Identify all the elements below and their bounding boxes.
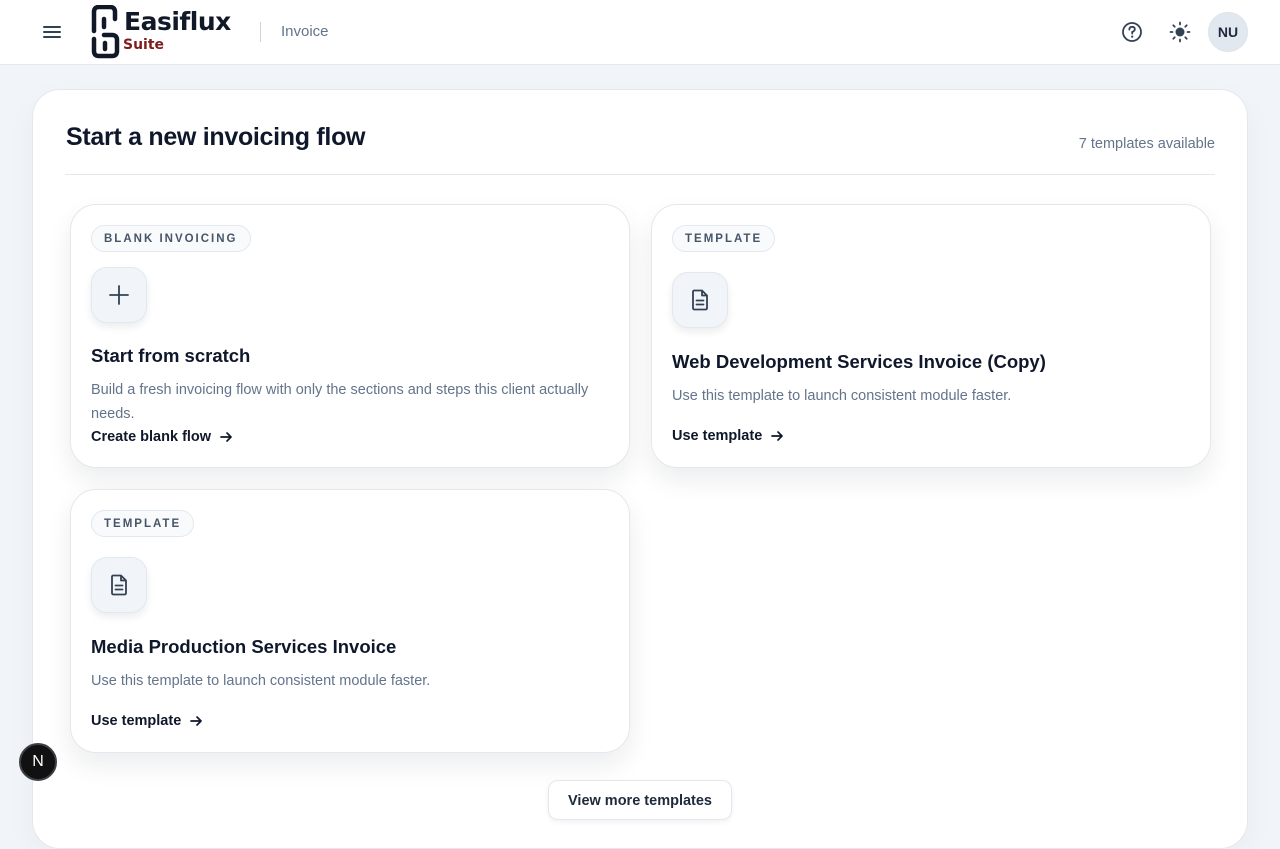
section-divider bbox=[65, 174, 1215, 175]
use-template-link[interactable]: Use template bbox=[672, 428, 784, 444]
card-action-label: Use template bbox=[672, 428, 763, 444]
theme-toggle-button[interactable] bbox=[1166, 18, 1194, 46]
card-description: Build a fresh invoicing flow with only t… bbox=[91, 382, 589, 422]
card-description: Use this template to launch consistent m… bbox=[672, 388, 1012, 404]
arrow-right-icon bbox=[220, 432, 232, 442]
template-card[interactable]: TEMPLATE Media Production Services Invoi… bbox=[70, 489, 630, 753]
card-title: Media Production Services Invoice bbox=[91, 636, 397, 657]
logo-mark-icon bbox=[91, 5, 120, 59]
menu-button[interactable] bbox=[38, 18, 66, 46]
arrow-right-icon bbox=[190, 716, 203, 726]
brand-name: Easiflux bbox=[124, 7, 231, 36]
plus-icon bbox=[109, 285, 129, 305]
breadcrumb[interactable]: Invoice bbox=[281, 23, 329, 40]
card-icon-tile bbox=[672, 272, 728, 328]
document-icon bbox=[692, 289, 708, 311]
card-badge: TEMPLATE bbox=[672, 225, 776, 252]
user-avatar[interactable]: NU bbox=[1208, 12, 1248, 52]
help-button[interactable] bbox=[1118, 18, 1146, 46]
card-action-label: Create blank flow bbox=[91, 429, 212, 445]
card-badge: TEMPLATE bbox=[91, 510, 195, 537]
card-icon-tile bbox=[91, 557, 147, 613]
card-action-label: Use template bbox=[91, 713, 182, 729]
dev-tools-badge[interactable]: N bbox=[19, 743, 57, 781]
blank-flow-card[interactable]: BLANK INVOICING Start from scratch Build… bbox=[70, 204, 630, 468]
brand-subtitle: Suite bbox=[123, 37, 165, 53]
help-icon bbox=[1122, 22, 1142, 42]
new-flow-panel: Start a new invoicing flow 7 templates a… bbox=[32, 89, 1248, 849]
view-more-templates-button[interactable]: View more templates bbox=[548, 780, 732, 820]
template-card[interactable]: TEMPLATE Web Development Services Invoic… bbox=[651, 204, 1211, 468]
card-description: Use this template to launch consistent m… bbox=[91, 673, 431, 689]
card-title: Start from scratch bbox=[91, 345, 251, 366]
use-template-link[interactable]: Use template bbox=[91, 713, 203, 729]
menu-icon bbox=[43, 26, 61, 38]
header-divider bbox=[260, 22, 261, 42]
card-badge: BLANK INVOICING bbox=[91, 225, 251, 252]
templates-count: 7 templates available bbox=[1078, 136, 1215, 152]
sun-icon bbox=[1169, 21, 1191, 43]
document-icon bbox=[111, 574, 127, 596]
create-blank-flow-link[interactable]: Create blank flow bbox=[91, 429, 233, 445]
page-title: Start a new invoicing flow bbox=[66, 123, 366, 151]
arrow-right-icon bbox=[771, 431, 784, 441]
card-icon-tile bbox=[91, 267, 147, 323]
card-title: Web Development Services Invoice (Copy) bbox=[672, 351, 1046, 372]
top-navbar: Easiflux Suite Invoice NU bbox=[0, 0, 1280, 65]
brand-logo[interactable]: Easiflux Suite bbox=[90, 5, 246, 59]
